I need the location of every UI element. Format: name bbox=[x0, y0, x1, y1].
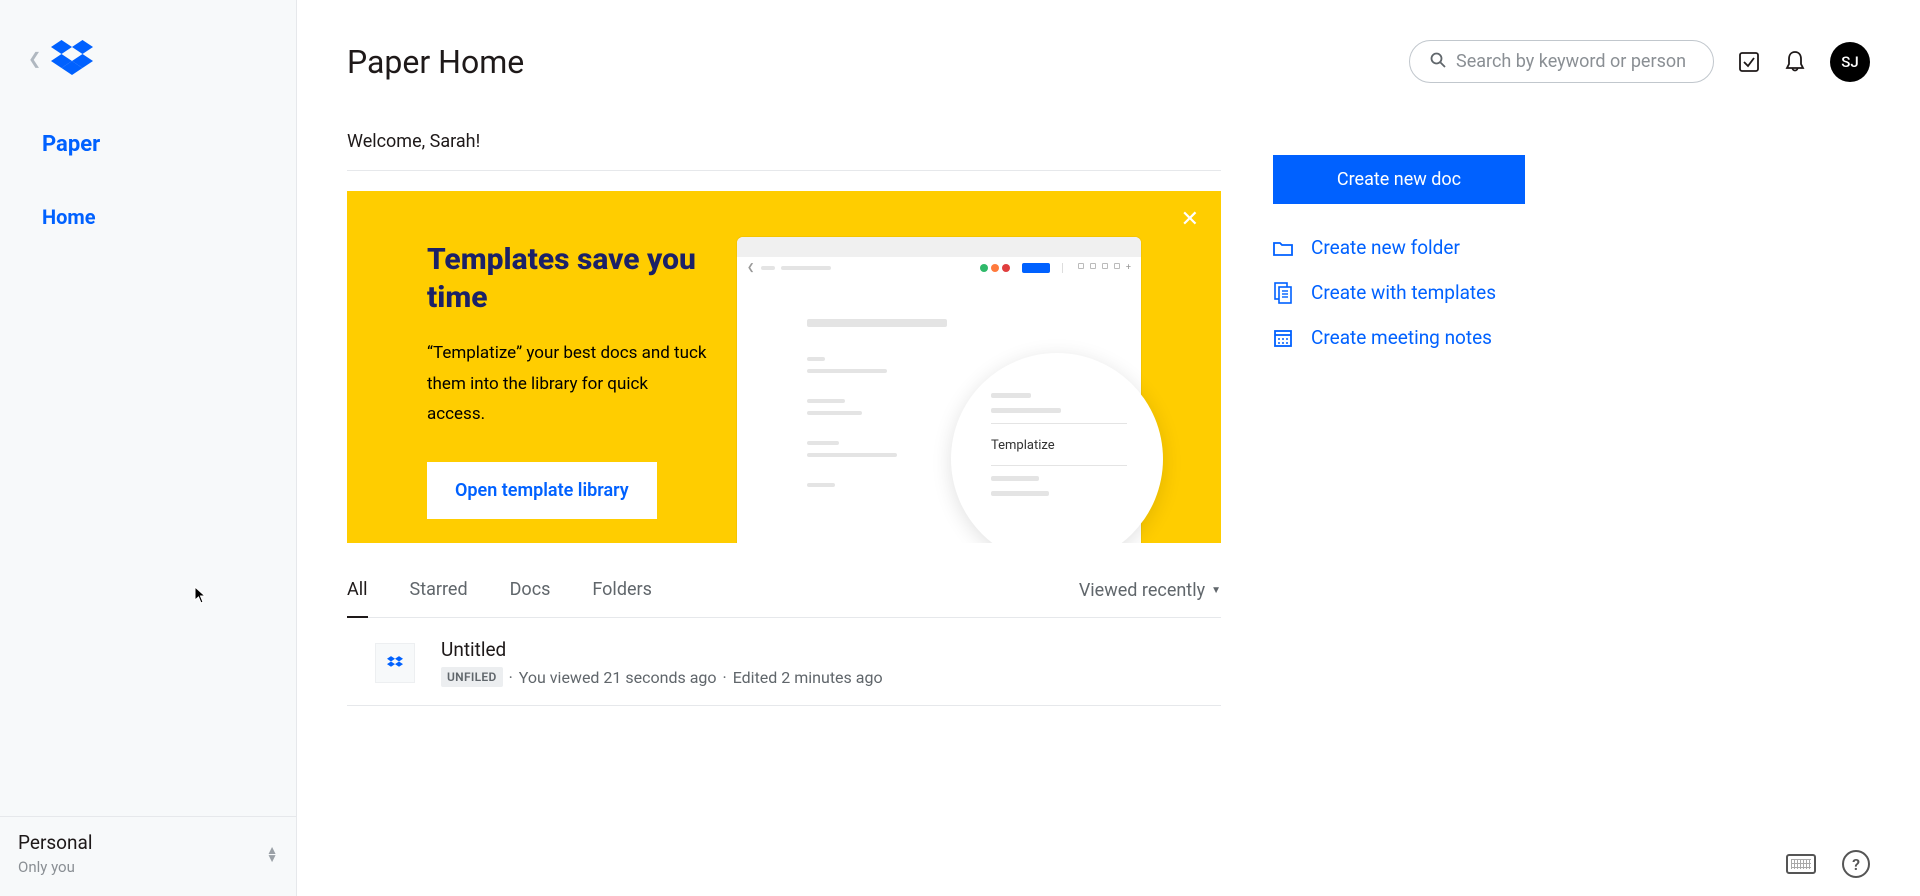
tabs-row: All Starred Docs Folders Viewed recently… bbox=[347, 579, 1221, 618]
tabs: All Starred Docs Folders bbox=[347, 579, 652, 617]
action-label: Create with templates bbox=[1311, 281, 1496, 304]
search-box[interactable] bbox=[1409, 40, 1714, 83]
templates-banner: ✕ Templates save you time “Templatize” y… bbox=[347, 191, 1221, 543]
close-icon[interactable]: ✕ bbox=[1181, 207, 1199, 232]
create-new-doc-button[interactable]: Create new doc bbox=[1273, 155, 1525, 204]
calendar-icon bbox=[1273, 328, 1293, 348]
left-column: Welcome, Sarah! ✕ Templates save you tim… bbox=[347, 131, 1221, 706]
top-right-controls: SJ bbox=[1409, 40, 1870, 83]
tab-starred[interactable]: Starred bbox=[410, 579, 468, 617]
sidebar-app-name[interactable]: Paper bbox=[0, 132, 296, 157]
search-input[interactable] bbox=[1456, 51, 1693, 72]
create-meeting-notes-link[interactable]: Create meeting notes bbox=[1273, 326, 1870, 349]
sort-dropdown[interactable]: Viewed recently ▼ bbox=[1079, 580, 1221, 617]
chevron-down-icon: ▼ bbox=[1211, 585, 1221, 596]
sidebar-item-home[interactable]: Home bbox=[0, 205, 296, 229]
unfiled-badge: UNFILED bbox=[441, 667, 503, 687]
tab-folders[interactable]: Folders bbox=[592, 579, 652, 617]
tasks-icon[interactable] bbox=[1738, 51, 1760, 73]
content-columns: Welcome, Sarah! ✕ Templates save you tim… bbox=[347, 131, 1870, 706]
account-switcher[interactable]: Personal Only you ▲▼ bbox=[0, 816, 296, 896]
back-chevron-icon[interactable]: ❮ bbox=[28, 49, 41, 68]
doc-viewed: You viewed 21 seconds ago bbox=[519, 668, 717, 687]
doc-thumb-icon bbox=[375, 643, 415, 683]
bell-icon[interactable] bbox=[1784, 51, 1806, 73]
page-title: Paper Home bbox=[347, 43, 524, 81]
banner-body: “Templatize” your best docs and tuck the… bbox=[427, 338, 707, 430]
top-bar: Paper Home SJ bbox=[347, 40, 1870, 83]
help-icon[interactable]: ? bbox=[1842, 850, 1870, 878]
create-with-templates-link[interactable]: Create with templates bbox=[1273, 281, 1870, 304]
sidebar-header: ❮ bbox=[0, 0, 296, 76]
circle-label: Templatize bbox=[991, 434, 1127, 461]
sort-label: Viewed recently bbox=[1079, 580, 1205, 601]
doc-title: Untitled bbox=[441, 638, 883, 661]
search-icon bbox=[1430, 52, 1446, 72]
sidebar: ❮ Paper Home Personal Only you ▲▼ bbox=[0, 0, 297, 896]
action-label: Create meeting notes bbox=[1311, 326, 1492, 349]
doc-row[interactable]: Untitled UNFILED · You viewed 21 seconds… bbox=[347, 618, 1221, 706]
doc-meta: UNFILED · You viewed 21 seconds ago · Ed… bbox=[441, 667, 883, 687]
account-name: Personal bbox=[18, 831, 92, 854]
open-template-library-button[interactable]: Open template library bbox=[427, 462, 657, 519]
template-icon bbox=[1273, 283, 1293, 303]
doc-edited: Edited 2 minutes ago bbox=[733, 668, 883, 687]
action-label: Create new folder bbox=[1311, 236, 1460, 259]
create-new-folder-link[interactable]: Create new folder bbox=[1273, 236, 1870, 259]
dropbox-logo-icon[interactable] bbox=[51, 40, 93, 76]
floating-controls: ? bbox=[1786, 850, 1870, 878]
account-subtext: Only you bbox=[18, 858, 92, 876]
banner-title: Templates save you time bbox=[427, 241, 707, 316]
keyboard-icon[interactable] bbox=[1786, 854, 1816, 874]
updown-chevron-icon: ▲▼ bbox=[266, 846, 278, 862]
main-area: Paper Home SJ Welcome, Sarah! ✕ T bbox=[297, 0, 1920, 896]
banner-illustration: ❮ + bbox=[737, 237, 1141, 543]
tab-docs[interactable]: Docs bbox=[510, 579, 551, 617]
tab-all[interactable]: All bbox=[347, 579, 368, 618]
avatar[interactable]: SJ bbox=[1830, 42, 1870, 82]
right-column: Create new doc Create new folder Create … bbox=[1273, 131, 1870, 706]
folder-icon bbox=[1273, 238, 1293, 258]
welcome-text: Welcome, Sarah! bbox=[347, 131, 1221, 171]
